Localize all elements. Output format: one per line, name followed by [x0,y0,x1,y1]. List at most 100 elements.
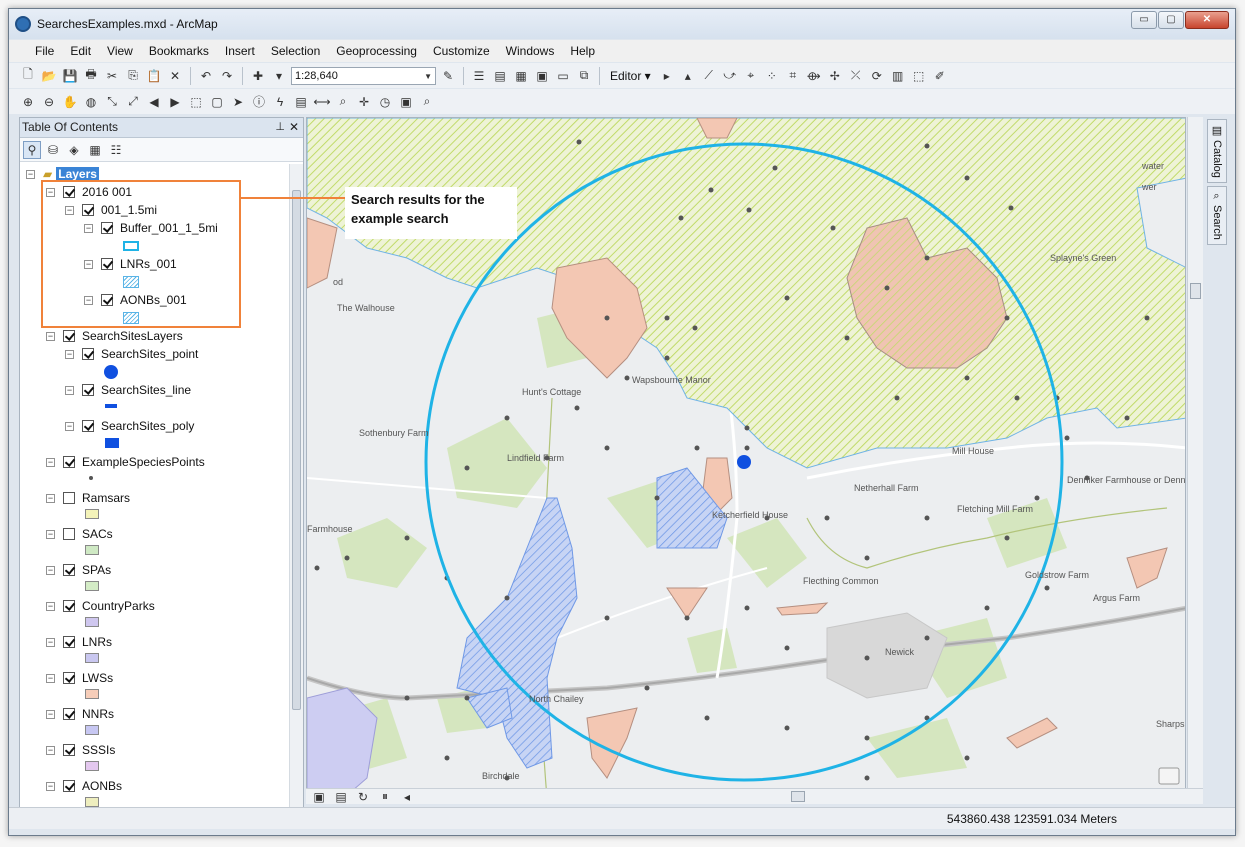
menu-insert[interactable]: Insert [217,44,263,58]
minimize-button[interactable]: ▭ [1131,11,1157,29]
arctoolbox-icon[interactable]: ▣ [533,67,551,85]
measure-icon[interactable]: ⟷ [313,93,331,111]
menu-geoprocessing[interactable]: Geoprocessing [328,44,425,58]
layers-root-label[interactable]: Layers [56,167,99,181]
copy-icon[interactable]: ⎘ [124,67,142,85]
open-folder-icon[interactable]: 📂 [40,67,58,85]
attributes-icon[interactable]: ▥ [889,67,907,85]
pan-icon[interactable]: ✋ [61,93,79,111]
new-document-icon[interactable]: 🗋 [19,67,37,85]
list-by-selection-icon[interactable]: ▦ [86,141,104,159]
editor-toolbar-icon[interactable]: ✎ [439,67,457,85]
print-icon[interactable]: 🖶 [82,67,100,85]
search-site-point[interactable] [737,455,751,469]
layer-checkbox[interactable] [82,420,94,432]
layer-checkbox[interactable] [63,600,75,612]
menu-bookmarks[interactable]: Bookmarks [141,44,217,58]
menu-selection[interactable]: Selection [263,44,328,58]
menu-customize[interactable]: Customize [425,44,498,58]
layer-row-spas[interactable]: − SPAs [46,562,111,578]
search-dock-tab[interactable]: ⌕ Search [1207,185,1227,245]
hyperlink-icon[interactable]: ϟ [271,93,289,111]
fixed-zoom-in-icon[interactable]: ⤡ [103,93,121,111]
layer-checkbox[interactable] [63,492,75,504]
end-point-arc-icon[interactable]: ⤻ [721,67,739,85]
layer-checkbox[interactable] [82,348,94,360]
collapse-icon[interactable]: − [46,565,55,575]
search-window-icon[interactable]: ▦ [512,67,530,85]
fixed-zoom-out-icon[interactable]: ⤢ [124,93,142,111]
edit-annotation-icon[interactable]: ▴ [679,67,697,85]
menu-help[interactable]: Help [562,44,603,58]
add-data-icon[interactable]: ✚ [249,67,267,85]
collapse-icon[interactable]: − [46,709,55,719]
add-data-dropdown-icon[interactable]: ▾ [270,67,288,85]
layer-row-ramsars[interactable]: − Ramsars [46,490,130,506]
rotate-icon[interactable]: ⟳ [868,67,886,85]
full-extent-icon[interactable]: ◍ [82,93,100,111]
zoom-out-icon[interactable]: ⊖ [40,93,58,111]
map-tips-icon[interactable] [1158,767,1180,785]
toc-scrollbar[interactable] [289,164,303,810]
layer-checkbox[interactable] [63,744,75,756]
layer-checkbox[interactable] [63,636,75,648]
catalog-dock-tab[interactable]: ▤ Catalog [1207,119,1227,183]
forward-extent-icon[interactable]: ▶ [166,93,184,111]
pin-icon[interactable]: ⊥ [275,118,285,137]
collapse-icon[interactable]: − [46,493,55,503]
map-scale-select[interactable]: 1:28,640 [291,66,436,85]
search-tool-icon[interactable]: ⌕ [418,93,436,111]
layer-row-aonbs[interactable]: − AONBs [46,778,122,794]
layer-row-searchsites-line[interactable]: − SearchSites_line [65,382,191,398]
close-button[interactable]: ✕ [1185,11,1229,29]
edit-tool-icon[interactable]: ▸ [658,67,676,85]
layer-row-searchsites-poly[interactable]: − SearchSites_poly [65,418,194,434]
html-popup-icon[interactable]: ▤ [292,93,310,111]
collapse-icon[interactable]: − [46,673,55,683]
layer-checkbox[interactable] [63,672,75,684]
refresh-icon[interactable]: ↻ [354,788,372,806]
collapse-icon[interactable]: − [65,421,74,431]
identify-icon[interactable]: ⓘ [250,93,268,111]
pause-drawing-icon[interactable]: ⏸ [376,788,394,806]
layer-row-searchsiteslayers[interactable]: − SearchSitesLayers [46,328,183,344]
table-of-contents-icon[interactable]: ☰ [470,67,488,85]
time-slider-icon[interactable]: ◷ [376,93,394,111]
data-view-icon[interactable]: ▣ [310,788,328,806]
clear-selection-icon[interactable]: ▢ [208,93,226,111]
layer-row-searchsites-point[interactable]: − SearchSites_point [65,346,198,362]
collapse-icon[interactable]: − [65,349,74,359]
catalog-window-icon[interactable]: ▤ [491,67,509,85]
maximize-button[interactable]: ▢ [1158,11,1184,29]
cut-polygons-icon[interactable]: ✢ [826,67,844,85]
straight-segment-icon[interactable]: ⟋ [700,67,718,85]
menu-file[interactable]: File [27,44,62,58]
scroll-left-icon[interactable]: ◂ [398,788,416,806]
menu-view[interactable]: View [99,44,141,58]
undo-icon[interactable]: ↶ [197,67,215,85]
layer-row-sssis[interactable]: − SSSIs [46,742,115,758]
modelbuilder-icon[interactable]: ⧉ [575,67,593,85]
layer-row-countryparks[interactable]: − CountryParks [46,598,155,614]
redo-icon[interactable]: ↷ [218,67,236,85]
layer-row-lwss[interactable]: − LWSs [46,670,113,686]
collapse-icon[interactable]: − [65,385,74,395]
cut-icon[interactable]: ✂ [103,67,121,85]
select-elements-icon[interactable]: ➤ [229,93,247,111]
save-icon[interactable]: 💾 [61,67,79,85]
collapse-icon[interactable]: − [46,601,55,611]
toc-options-icon[interactable]: ☷ [107,141,125,159]
menu-windows[interactable]: Windows [498,44,563,58]
zoom-in-icon[interactable]: ⊕ [19,93,37,111]
map-vertical-scrollbar[interactable] [1187,117,1203,803]
list-by-source-icon[interactable]: ⛁ [44,141,62,159]
layer-checkbox[interactable] [82,384,94,396]
select-features-icon[interactable]: ⬚ [187,93,205,111]
collapse-icon[interactable]: − [46,745,55,755]
layer-row-sacs[interactable]: − SACs [46,526,113,542]
collapse-icon[interactable]: − [26,169,35,179]
menu-edit[interactable]: Edit [62,44,99,58]
viewer-window-icon[interactable]: ▣ [397,93,415,111]
find-icon[interactable]: ⌕ [334,93,352,111]
layer-checkbox[interactable] [63,564,75,576]
